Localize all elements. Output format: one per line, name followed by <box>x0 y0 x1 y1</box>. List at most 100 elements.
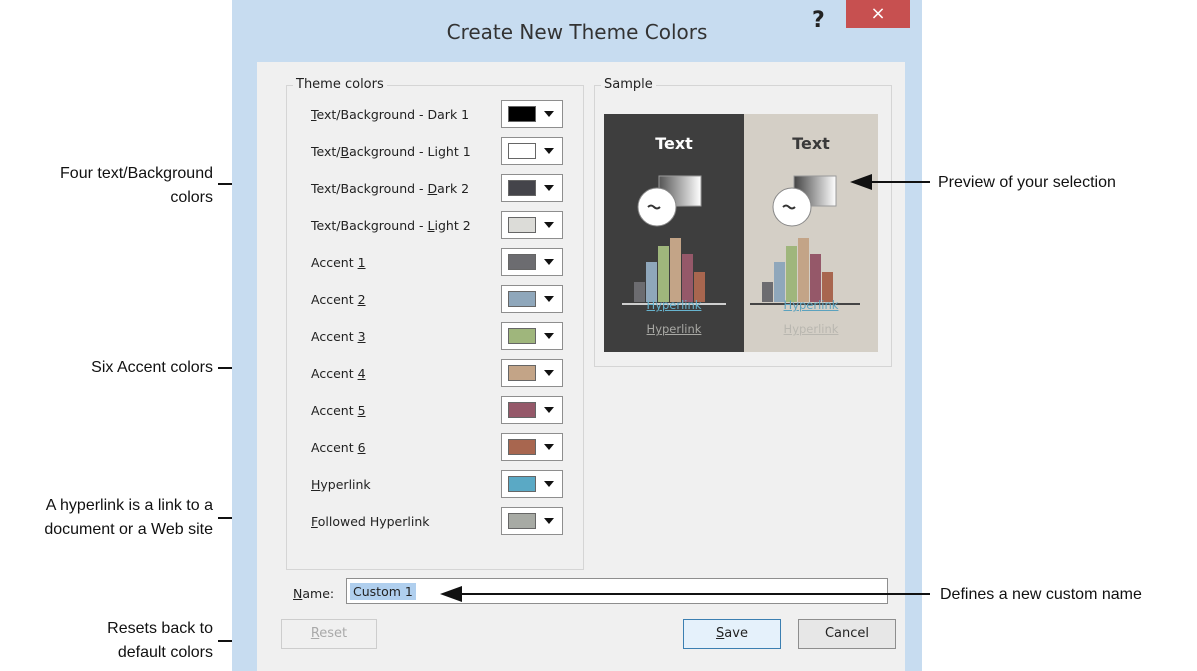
callout-line: Six Accent colors <box>91 359 213 376</box>
theme-color-label: Hyperlink <box>311 477 371 492</box>
theme-color-label: Accent 3 <box>311 329 366 344</box>
sample-light-panel: Text Hyperlink Hyperlink <box>744 114 878 352</box>
theme-colors-group: Theme colors Text/Background - Dark 1 Tex… <box>286 77 584 570</box>
name-label-key: N <box>293 586 303 601</box>
color-picker-button[interactable] <box>501 248 563 276</box>
bar <box>670 238 681 302</box>
label-pre: Accent <box>311 292 358 307</box>
color-swatch <box>508 402 536 418</box>
bar <box>658 246 669 302</box>
bar <box>786 246 797 302</box>
theme-color-label: Text/Background - Dark 1 <box>311 107 469 122</box>
dropdown-arrow-icon <box>544 333 554 339</box>
color-picker-button[interactable] <box>501 211 563 239</box>
bar <box>774 262 785 302</box>
dropdown-arrow-icon <box>544 148 554 154</box>
bar <box>810 254 821 302</box>
dropdown-arrow-icon <box>544 370 554 376</box>
label-access-key: 6 <box>357 440 366 455</box>
cancel-button[interactable]: Cancel <box>798 619 896 649</box>
label-pre: Text/Background - <box>311 181 428 196</box>
label-pre: Text/Background - <box>311 218 428 233</box>
color-swatch <box>508 513 536 529</box>
callout-line: document or a Web site <box>44 521 213 538</box>
callout-hyperlink: A hyperlink is a link to a document or a… <box>0 494 213 542</box>
color-picker-button[interactable] <box>501 322 563 350</box>
theme-color-label: Text/Background - Dark 2 <box>311 181 469 196</box>
label-access-key: 1 <box>357 255 366 270</box>
save-button[interactable]: Save <box>683 619 781 649</box>
label-access-key: F <box>311 514 318 529</box>
callout-line: default colors <box>117 644 213 661</box>
name-input[interactable]: Custom 1 <box>346 578 888 604</box>
label-post: ext/Background - Dark 1 <box>316 107 470 122</box>
sample-light-hyperlink: Hyperlink <box>783 298 839 312</box>
color-swatch <box>508 439 536 455</box>
label-post: ight 2 <box>434 218 471 233</box>
color-swatch <box>508 106 536 122</box>
sample-circle <box>637 187 677 227</box>
bar <box>798 238 809 302</box>
label-pre: Accent <box>311 403 358 418</box>
create-theme-colors-dialog: Create New Theme Colors ? × Theme colors… <box>232 0 922 671</box>
color-swatch <box>508 291 536 307</box>
color-picker-button[interactable] <box>501 507 563 535</box>
color-picker-button[interactable] <box>501 396 563 424</box>
theme-color-label: Text/Background - Light 1 <box>311 144 471 159</box>
color-picker-button[interactable] <box>501 100 563 128</box>
connector-line <box>460 593 930 595</box>
color-picker-button[interactable] <box>501 470 563 498</box>
theme-color-label: Text/Background - Light 2 <box>311 218 471 233</box>
sample-light-graphics <box>750 175 860 305</box>
color-picker-button[interactable] <box>501 174 563 202</box>
theme-color-label: Accent 4 <box>311 366 366 381</box>
help-icon[interactable]: ? <box>812 8 825 33</box>
sample-group-label: Sample <box>601 77 656 92</box>
color-picker-button[interactable] <box>501 137 563 165</box>
dropdown-arrow-icon <box>544 259 554 265</box>
dropdown-arrow-icon <box>544 518 554 524</box>
name-input-value: Custom 1 <box>350 583 416 600</box>
color-swatch <box>508 180 536 196</box>
close-button[interactable]: × <box>846 0 910 28</box>
label-pre: Accent <box>311 329 358 344</box>
sample-dark-followed-hyperlink: Hyperlink <box>646 322 702 336</box>
dropdown-arrow-icon <box>544 111 554 117</box>
sample-light-followed-hyperlink: Hyperlink <box>783 322 839 336</box>
label-access-key: 2 <box>357 292 366 307</box>
color-picker-button[interactable] <box>501 285 563 313</box>
color-swatch <box>508 143 536 159</box>
reset-button[interactable]: Reset <box>281 619 377 649</box>
label-post: yperlink <box>320 477 371 492</box>
dropdown-arrow-icon <box>544 481 554 487</box>
callout-resets: Resets back to default colors <box>20 617 213 665</box>
dropdown-arrow-icon <box>544 407 554 413</box>
label-post: ackground - Light 1 <box>349 144 471 159</box>
color-picker-button[interactable] <box>501 433 563 461</box>
label-access-key: 3 <box>357 329 366 344</box>
callout-preview: Preview of your selection <box>938 174 1116 191</box>
dropdown-arrow-icon <box>544 222 554 228</box>
bar <box>682 254 693 302</box>
dropdown-arrow-icon <box>544 296 554 302</box>
connector-line <box>870 181 930 183</box>
color-swatch <box>508 476 536 492</box>
callout-line: colors <box>170 189 213 206</box>
sample-preview: Text Hyperlink Hyperlink Text Hyperlink … <box>604 114 878 352</box>
label-pre: Text/ <box>311 144 341 159</box>
callout-line: Four text/Background <box>60 165 213 182</box>
dialog-body: Theme colors Text/Background - Dark 1 Tex… <box>257 62 905 671</box>
sample-circle <box>772 187 812 227</box>
theme-color-label: Followed Hyperlink <box>311 514 429 529</box>
theme-colors-group-label: Theme colors <box>293 77 387 92</box>
arrow-head <box>850 174 872 190</box>
theme-color-label: Accent 5 <box>311 403 366 418</box>
sample-dark-panel: Text Hyperlink Hyperlink <box>604 114 744 352</box>
sample-dark-hyperlink: Hyperlink <box>646 298 702 312</box>
label-access-key: L <box>427 218 435 233</box>
callout-line: A hyperlink is a link to a <box>45 497 213 514</box>
label-post: ollowed Hyperlink <box>317 514 430 529</box>
color-picker-button[interactable] <box>501 359 563 387</box>
label-pre: Accent <box>311 440 358 455</box>
label-post: ark 2 <box>437 181 470 196</box>
